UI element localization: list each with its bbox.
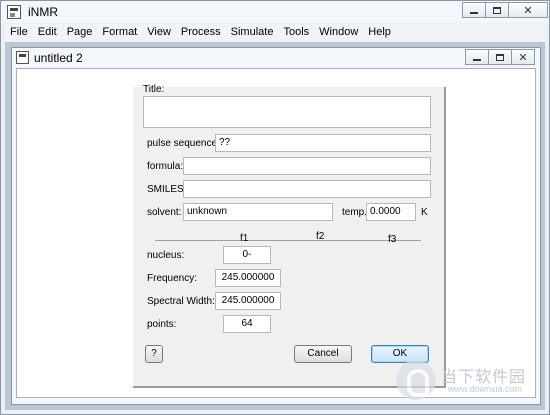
document-titlebar[interactable]: untitled 2 ✕ (12, 48, 540, 68)
mdi-workspace: untitled 2 ✕ Title: pulse sequence: ?? f… (5, 42, 545, 410)
column-f3: f3 (388, 234, 397, 245)
column-f2: f2 (316, 231, 325, 242)
document-icon (16, 51, 29, 64)
title-field[interactable] (143, 96, 431, 128)
formula-label: formula: (147, 161, 184, 172)
menu-edit[interactable]: Edit (33, 24, 62, 42)
document-title: untitled 2 (34, 51, 83, 65)
app-title: iNMR (28, 5, 58, 19)
doc-close-button[interactable]: ✕ (511, 49, 535, 65)
doc-maximize-button[interactable] (488, 49, 512, 65)
document-window: untitled 2 ✕ Title: pulse sequence: ?? f… (11, 47, 541, 405)
watermark-logo-icon (396, 360, 436, 400)
parameters-dialog: Title: pulse sequence: ?? formula: SMILE… (133, 84, 446, 388)
temp-label: temp. (342, 207, 368, 218)
document-window-controls: ✕ (465, 49, 535, 66)
minimize-icon (470, 12, 478, 14)
doc-minimize-button[interactable] (465, 49, 489, 65)
menu-window[interactable]: Window (314, 24, 363, 42)
close-button[interactable]: ✕ (508, 2, 548, 18)
watermark-url: www.downxia.com (448, 384, 523, 394)
maximize-button[interactable] (485, 2, 509, 18)
maximize-icon (496, 53, 504, 61)
points-field[interactable]: 64 (223, 315, 271, 333)
maximize-icon (493, 6, 501, 14)
spectral-width-label: Spectral Width: (147, 296, 215, 307)
frequency-field[interactable]: 245.000000 (215, 269, 281, 287)
menu-help[interactable]: Help (363, 24, 396, 42)
frequency-label: Frequency: (147, 273, 198, 284)
separator (155, 240, 421, 241)
smiles-field[interactable] (183, 180, 431, 198)
menu-simulate[interactable]: Simulate (226, 24, 279, 42)
solvent-field[interactable]: unknown (183, 203, 333, 221)
column-f1: f1 (240, 233, 249, 244)
menu-page[interactable]: Page (62, 24, 98, 42)
pulse-sequence-field[interactable]: ?? (215, 134, 431, 152)
temp-field[interactable]: 0.0000 (366, 203, 416, 221)
formula-field[interactable] (183, 157, 431, 175)
smiles-label: SMILES: (147, 184, 187, 195)
minimize-button[interactable] (462, 2, 486, 18)
menu-format[interactable]: Format (97, 24, 142, 42)
nucleus-label: nucleus: (147, 250, 185, 261)
watermark: 当下软件园 www.downxia.com (396, 356, 546, 408)
menu-process[interactable]: Process (176, 24, 226, 42)
menu-file[interactable]: File (5, 24, 33, 42)
app-icon (7, 5, 21, 19)
pulse-sequence-label: pulse sequence: (147, 138, 220, 149)
app-window-controls: ✕ (462, 2, 548, 19)
points-label: points: (147, 319, 177, 330)
menu-tools[interactable]: Tools (278, 24, 314, 42)
app-window: iNMR ✕ File Edit Page Format View Proces… (0, 0, 550, 415)
nucleus-field[interactable]: 0- (223, 246, 271, 264)
help-button[interactable]: ? (145, 345, 163, 363)
cancel-button[interactable]: Cancel (294, 345, 352, 363)
minimize-icon (473, 59, 481, 61)
close-icon: ✕ (518, 51, 528, 64)
app-titlebar: iNMR ✕ (1, 1, 549, 23)
spectral-width-field[interactable]: 245.000000 (215, 292, 281, 310)
document-canvas: Title: pulse sequence: ?? formula: SMILE… (16, 68, 536, 398)
menu-view[interactable]: View (142, 24, 176, 42)
solvent-label: solvent: (147, 207, 182, 218)
title-label: Title: (143, 84, 165, 95)
menubar: File Edit Page Format View Process Simul… (5, 24, 545, 42)
close-icon: ✕ (523, 4, 533, 17)
temp-unit: K (421, 207, 428, 218)
